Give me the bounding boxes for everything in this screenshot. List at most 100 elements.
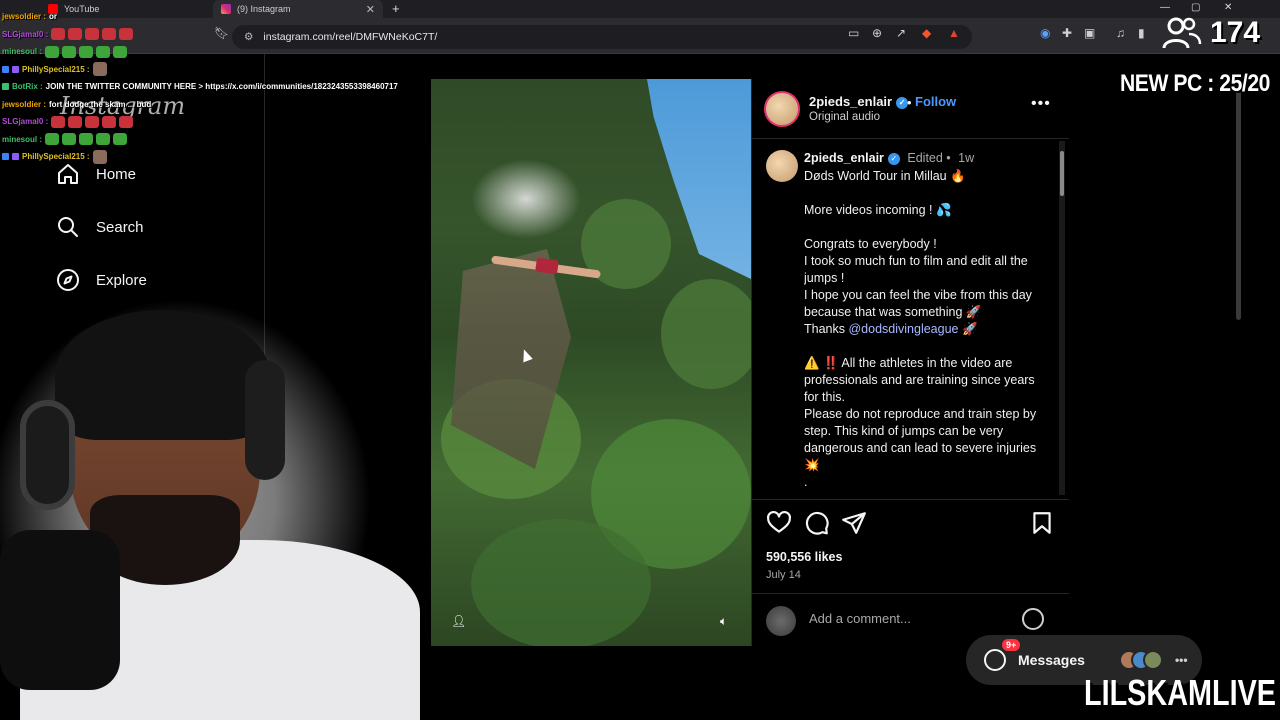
home-icon [58, 164, 78, 184]
post-date: July 14 [766, 569, 801, 581]
caption-line: I took so much fun to film and edit all … [804, 254, 1028, 285]
sidebar-item-search[interactable]: Search [56, 215, 144, 239]
streamer-webcam [0, 280, 420, 720]
chat-line: jewsoldier : or [2, 8, 422, 26]
author-avatar[interactable] [764, 91, 800, 127]
chat-line: SLGjamal0 : [2, 113, 422, 131]
caption-line: ⚠️ ‼️ All the athletes in the video are … [804, 356, 1035, 404]
caption-line: More videos incoming ! 💦 [804, 203, 952, 217]
chat-line: PhillySpecial215 : [2, 61, 422, 79]
mist [471, 159, 581, 239]
viewer-count-value: 174 [1210, 16, 1261, 49]
caption-scrollbar[interactable] [1059, 141, 1065, 495]
caption-line: Thanks @dodsdivingleague 🚀 [804, 321, 1044, 338]
maximize-icon[interactable]: ▢ [1191, 2, 1200, 13]
share-icon[interactable]: ↗ [896, 26, 906, 40]
unread-badge: 9+ [1002, 639, 1021, 651]
extensions-icon[interactable]: ✚ [1062, 26, 1072, 40]
emote [51, 115, 66, 128]
chat-message: JOIN THE TWITTER COMMUNITY HERE > https:… [45, 82, 398, 92]
author-username[interactable]: 2pieds_enlair ✓ [809, 94, 909, 109]
wallet-icon[interactable]: ▣ [1084, 26, 1095, 40]
headphone-cup [20, 400, 75, 510]
chat-user: minesoul : [2, 47, 43, 57]
chat-line: minesoul : [2, 131, 422, 149]
scroll-thumb[interactable] [1060, 151, 1064, 196]
share-icon[interactable] [841, 510, 867, 536]
caption-line: Congrats to everybody ! [804, 237, 937, 251]
caption-emoji: 🚀 [961, 322, 978, 336]
emote [45, 45, 60, 58]
chat-line: minesoul : [2, 43, 422, 61]
comment-input[interactable]: Add a comment... [809, 611, 911, 626]
caption-avatar[interactable] [766, 150, 798, 182]
post-panel: 2pieds_enlair ✓ • Follow Original audio •… [751, 79, 1069, 646]
audio-label[interactable]: Original audio [809, 111, 880, 123]
caption-thanks: Thanks [804, 322, 845, 336]
headphone-cup [245, 360, 285, 480]
chat-message: or [49, 12, 58, 22]
more-options-icon[interactable]: ••• [1031, 95, 1051, 113]
scroll-thumb[interactable] [1236, 90, 1241, 320]
tagged-user-icon[interactable]: 👤︎ [451, 614, 466, 628]
viewer-avatar [766, 606, 796, 636]
reel-video[interactable]: 👤︎ 🔈︎ [431, 79, 751, 646]
sidebar-icon[interactable]: ▮ [1138, 26, 1145, 40]
messages-label: Messages [1018, 652, 1085, 668]
diver [490, 255, 611, 279]
new-pc-goal: NEW PC : 25/20 [1120, 70, 1270, 97]
chat-line: jewsoldier : fort dodge the skam ... bud [2, 96, 422, 114]
caption-line: Døds World Tour in Millau 🔥 [804, 169, 966, 183]
viewers-icon [1162, 17, 1202, 49]
sidebar-item-label: Home [96, 165, 137, 183]
chat-user: jewsoldier : [2, 12, 47, 22]
caption-text: Døds World Tour in Millau 🔥 More videos … [804, 151, 1044, 493]
media-icon[interactable]: ♫ [1116, 26, 1125, 40]
caption-line: Please do not reproduce and train step b… [804, 407, 1037, 472]
chat-line: BotRix : JOIN THE TWITTER COMMUNITY HERE… [2, 78, 422, 96]
cast-icon[interactable]: ▭ [848, 26, 859, 40]
microphone [0, 530, 120, 690]
minimize-icon[interactable]: — [1160, 2, 1170, 13]
page-scrollbar[interactable] [1236, 70, 1242, 710]
comment-icon[interactable] [804, 510, 830, 536]
close-window-icon[interactable]: ✕ [1224, 2, 1232, 13]
chat-user: SLGjamal0 : [2, 117, 49, 127]
mention-link[interactable]: @dodsdivingleague [848, 322, 958, 336]
brave-rewards-icon[interactable]: ▲ [948, 26, 960, 40]
streamer-brand: LILSKAMLIVE [1084, 672, 1276, 713]
vpn-icon[interactable]: ◉ [1040, 26, 1050, 40]
username-text: 2pieds_enlair [809, 94, 893, 109]
brave-shield-icon[interactable]: ◆ [922, 26, 931, 40]
chat-user: PhillySpecial215 : [22, 152, 90, 162]
zoom-icon[interactable]: ⊕ [872, 26, 882, 40]
caption-line: I hope you can feel the vibe from this d… [804, 288, 1032, 319]
streamer-durag [55, 310, 270, 440]
caption-line: . [804, 475, 808, 489]
post-actions: 590,556 likes July 14 [752, 499, 1069, 589]
chat-line: SLGjamal0 : [2, 26, 422, 44]
like-count[interactable]: 590,556 likes [766, 550, 842, 564]
search-icon [58, 217, 78, 237]
emote [45, 133, 60, 146]
save-icon[interactable] [1029, 510, 1055, 536]
sidebar-item-label: Search [96, 218, 144, 236]
follow-button[interactable]: Follow [915, 94, 956, 109]
emote [92, 149, 107, 164]
more-icon: ••• [1174, 653, 1188, 667]
emoji-icon[interactable] [1022, 608, 1044, 630]
messenger-icon: 9+ [984, 639, 1021, 671]
volume-icon[interactable]: 🔈︎ [720, 614, 727, 629]
screen: YouTube (9) Instagram ✕ + — ▢ ✕ 🔖︎ ⚙︎ in… [0, 0, 1280, 720]
chat-user: SLGjamal0 : [2, 29, 49, 39]
viewer-count: 174 [1162, 16, 1260, 50]
stream-chat: jewsoldier : or SLGjamal0 : minesoul : P… [2, 8, 422, 166]
chat-line: PhillySpecial215 : [2, 148, 422, 166]
sidebar-item-home[interactable]: Home [56, 162, 136, 186]
emote [92, 62, 107, 77]
chat-message: fort dodge the skam ... bud [49, 99, 152, 109]
post-header: 2pieds_enlair ✓ • Follow Original audio •… [752, 79, 1069, 139]
chat-user: BotRix : [12, 82, 43, 92]
like-icon[interactable] [766, 510, 792, 536]
chat-user: jewsoldier : [2, 99, 47, 109]
